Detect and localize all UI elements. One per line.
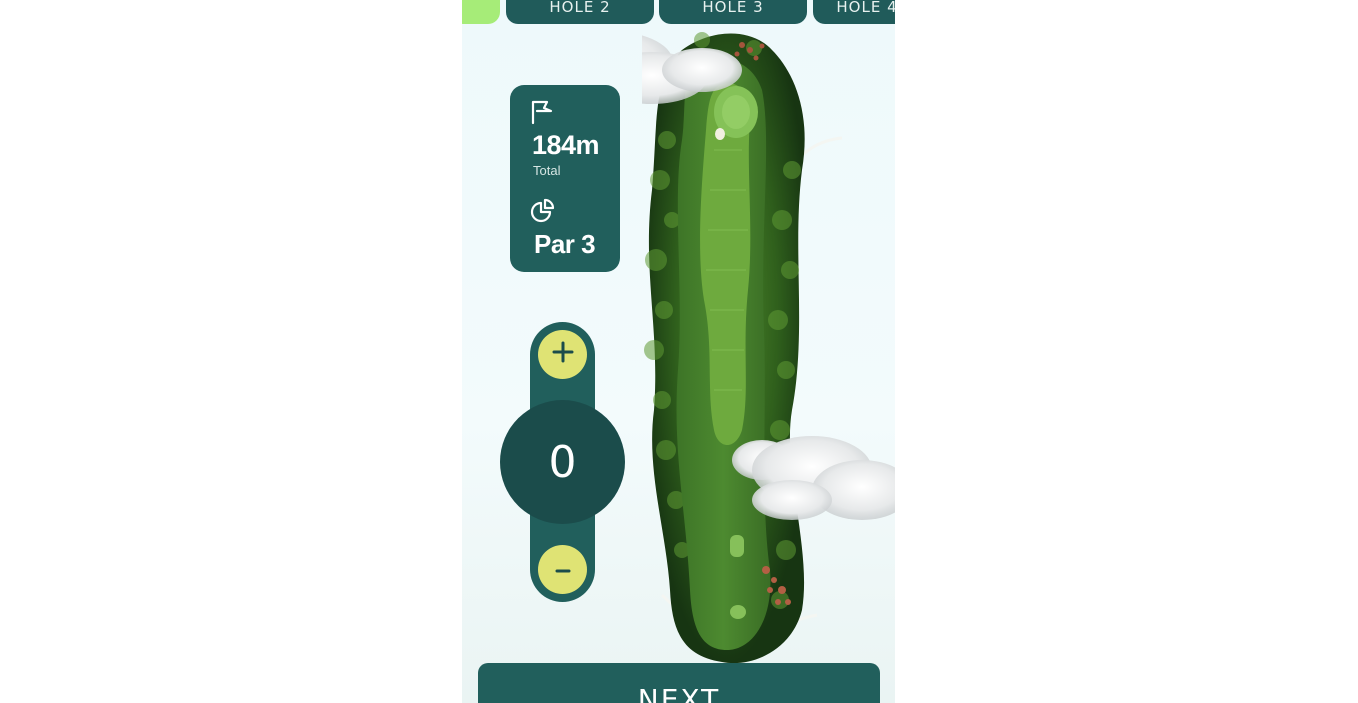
hole-stats-card: 184m Total Par 3 (510, 85, 620, 272)
increment-button[interactable] (538, 330, 587, 379)
decrement-button[interactable] (538, 545, 587, 594)
course-map (642, 32, 895, 664)
score-stepper: 0 (500, 322, 625, 602)
score-display: 0 (500, 400, 625, 524)
hole-distance-label: Total (533, 163, 561, 178)
next-button-label: NEXT (637, 683, 721, 703)
hole-tabs: HOLE 2 HOLE 3 HOLE 4 (462, 0, 895, 25)
pie-chart-icon (530, 198, 556, 229)
plus-icon (552, 341, 574, 368)
flag-icon (530, 99, 554, 130)
hole-distance: 184m (532, 130, 600, 160)
tab-hole-4[interactable]: HOLE 4 (813, 0, 895, 24)
minus-icon (554, 561, 572, 579)
next-button[interactable]: NEXT (478, 663, 880, 703)
tab-hole-4-label: HOLE 4 (836, 0, 895, 16)
hole-par: Par 3 (534, 229, 596, 259)
tab-hole-3[interactable]: HOLE 3 (659, 0, 807, 24)
tab-hole-1[interactable] (462, 0, 500, 24)
score-value: 0 (548, 436, 577, 488)
tab-hole-2[interactable]: HOLE 2 (506, 0, 654, 24)
app-screen: HOLE 2 HOLE 3 HOLE 4 184m Total Par 3 0 … (462, 0, 895, 703)
